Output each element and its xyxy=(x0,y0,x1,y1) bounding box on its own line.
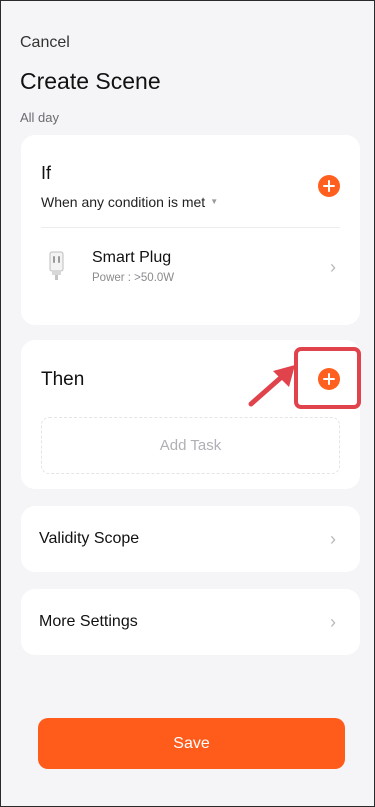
device-name: Smart Plug xyxy=(92,249,172,266)
plus-icon xyxy=(323,373,335,385)
add-task-button[interactable]: Add Task xyxy=(41,417,340,474)
divider xyxy=(41,227,340,228)
screen: Cancel Create Scene All day If When any … xyxy=(0,0,375,807)
device-condition-detail: Power : >50.0W xyxy=(92,272,175,284)
validity-scope-row[interactable]: Validity Scope › xyxy=(21,506,360,572)
plus-icon xyxy=(323,180,335,192)
then-heading: Then xyxy=(41,369,85,390)
condition-device-row[interactable]: Smart Plug Power : >50.0W › xyxy=(21,235,360,300)
smart-plug-icon xyxy=(49,251,64,280)
save-button[interactable]: Save xyxy=(38,718,345,769)
if-conditions-card: If When any condition is met ▼ Smart Plu… xyxy=(21,135,360,325)
condition-mode-label: When any condition is met xyxy=(41,194,206,210)
add-condition-button[interactable] xyxy=(318,175,340,197)
chevron-right-icon: › xyxy=(330,612,336,632)
more-settings-row[interactable]: More Settings › xyxy=(21,589,360,655)
validity-scope-label: Validity Scope xyxy=(39,530,140,547)
condition-mode-dropdown[interactable]: When any condition is met ▼ xyxy=(41,194,218,210)
page-title: Create Scene xyxy=(20,68,161,94)
chevron-down-icon: ▼ xyxy=(210,196,219,206)
add-action-button[interactable] xyxy=(318,368,340,390)
then-actions-card: Then Add Task xyxy=(21,340,361,489)
chevron-right-icon: › xyxy=(330,257,336,277)
chevron-right-icon: › xyxy=(330,529,336,549)
scene-schedule-label: All day xyxy=(20,110,60,125)
if-heading: If xyxy=(41,163,52,183)
cancel-button[interactable]: Cancel xyxy=(20,34,70,52)
more-settings-label: More Settings xyxy=(39,613,138,630)
